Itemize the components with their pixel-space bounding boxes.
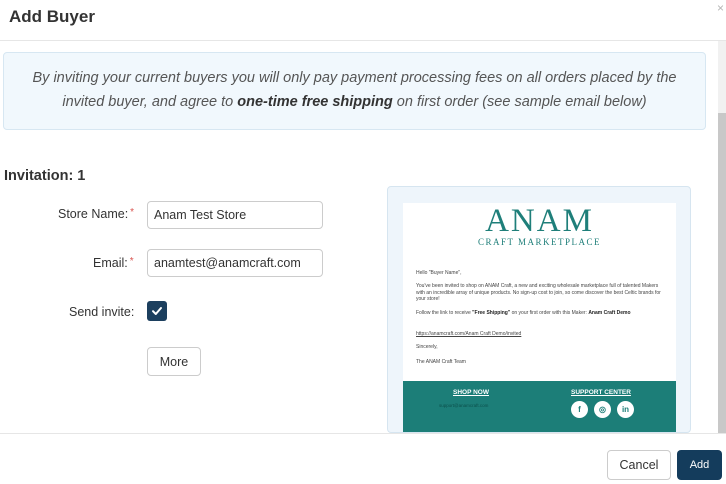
email-support-center: SUPPORT CENTER	[571, 389, 631, 396]
more-button[interactable]: More	[147, 347, 201, 376]
banner-text-end: on first order (see sample email below)	[392, 94, 647, 110]
banner-text-bold: one-time free shipping	[237, 94, 393, 110]
email-paragraph-2: Follow the link to receive "Free Shippin…	[416, 310, 664, 317]
required-mark: *	[129, 256, 134, 267]
email-preview: ANAM CRAFT MARKETPLACE Hello "Buyer Name…	[387, 186, 691, 433]
anam-logo: ANAM	[485, 203, 594, 239]
store-name-input[interactable]	[147, 201, 323, 229]
info-banner: By inviting your current buyers you will…	[3, 52, 706, 130]
email-paragraph-1: You've been invited to shop on ANAM Craf…	[416, 283, 661, 302]
linkedin-icon: in	[617, 401, 634, 418]
email-support-address: support@anamcraft.com	[439, 403, 489, 408]
email-free-shipping: "Free Shipping"	[472, 310, 511, 316]
store-name-label: Store Name: *	[58, 207, 134, 221]
send-invite-label: Send invite:	[69, 305, 135, 319]
email-maker-name: Anam Craft Demo	[588, 310, 631, 316]
modal-title: Add Buyer	[9, 7, 95, 26]
email-invite-link: https://anamcraft.com/Anam Craft Demo/in…	[416, 331, 522, 337]
anam-logo-subtitle: CRAFT MARKETPLACE	[477, 237, 602, 247]
scrollbar-thumb[interactable]	[718, 113, 726, 433]
modal-header: Add Buyer ×	[0, 0, 726, 41]
checkmark-icon	[152, 307, 162, 315]
invitation-heading: Invitation: 1	[4, 168, 86, 184]
store-name-label-text: Store Name:	[58, 207, 129, 221]
close-icon[interactable]: ×	[717, 2, 724, 14]
send-invite-checkbox[interactable]	[147, 301, 167, 321]
modal-footer: Cancel Add	[0, 433, 726, 484]
required-mark: *	[130, 207, 135, 218]
email-shop-now: SHOP NOW	[453, 389, 489, 396]
email-footer: SHOP NOW support@anamcraft.com SUPPORT C…	[403, 381, 676, 432]
facebook-icon: f	[571, 401, 588, 418]
email-team: The ANAM Craft Team	[416, 359, 466, 365]
email-greeting: Hello "Buyer Name",	[416, 270, 462, 276]
email-label: Email: *	[93, 256, 134, 270]
instagram-icon: ◎	[594, 401, 611, 418]
email-paragraph-2-text-2: on your first order with this Maker:	[510, 310, 589, 316]
add-button[interactable]: Add	[677, 450, 722, 480]
email-input[interactable]	[147, 249, 323, 277]
cancel-button[interactable]: Cancel	[607, 450, 671, 480]
email-sign-off: Sincerely,	[416, 344, 438, 350]
email-preview-paper: ANAM CRAFT MARKETPLACE Hello "Buyer Name…	[403, 203, 676, 432]
email-paragraph-2-text: Follow the link to receive	[416, 310, 473, 316]
email-label-text: Email:	[93, 256, 128, 270]
